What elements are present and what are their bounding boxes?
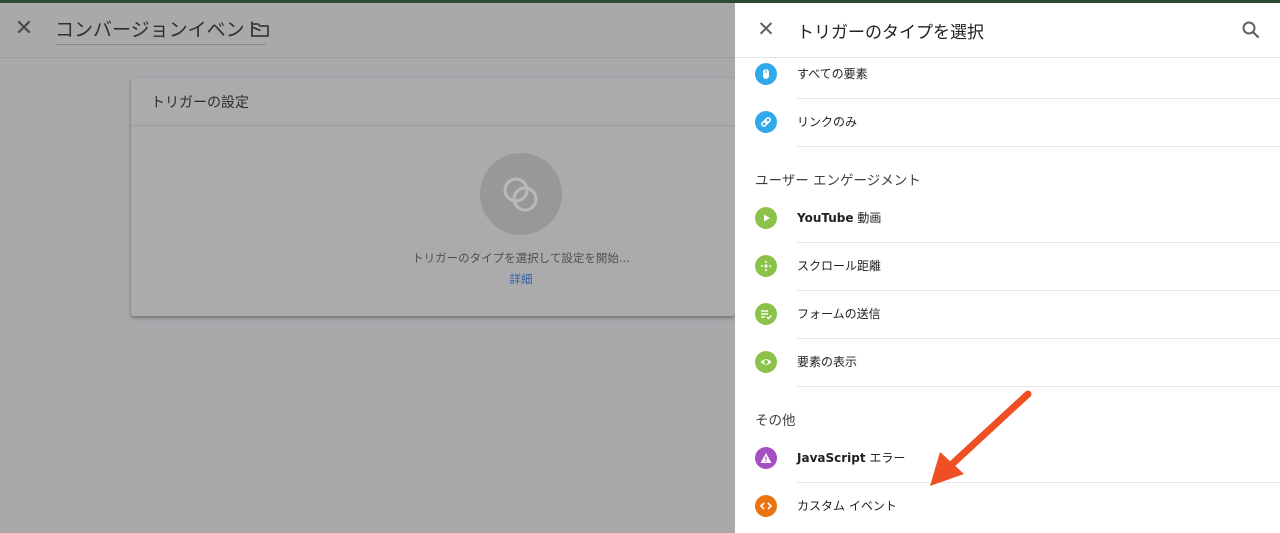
trigger-item-youtube-video[interactable]: YouTube 動画: [735, 195, 1280, 243]
search-icon[interactable]: [1241, 20, 1261, 40]
editor-close-icon[interactable]: ✕: [12, 17, 36, 41]
panel-title: トリガーのタイプを選択: [797, 23, 984, 43]
editor-header: ✕ コンバージョンイベント: [0, 3, 735, 58]
section-title-other: その他: [755, 413, 796, 429]
trigger-hint-text: トリガーのタイプを選択して設定を開始...: [412, 251, 630, 265]
trigger-card-title: トリガーの設定: [151, 95, 249, 111]
item-label: YouTube 動画: [797, 211, 882, 225]
card-divider: [131, 125, 735, 126]
trigger-item-form-submit[interactable]: フォームの送信: [735, 291, 1280, 339]
item-label: カスタム イベント: [797, 499, 897, 513]
panel-close-icon[interactable]: ✕: [755, 18, 777, 40]
folder-icon[interactable]: [250, 21, 270, 39]
eye-icon: [755, 351, 777, 373]
play-icon: [755, 207, 777, 229]
trigger-placeholder-icon[interactable]: [480, 153, 562, 235]
row-divider: [797, 146, 1280, 147]
details-link[interactable]: 詳細: [491, 271, 551, 287]
item-label: JavaScript エラー: [797, 451, 906, 465]
section-title-engagement: ユーザー エンゲージメント: [755, 173, 921, 189]
link-icon: [755, 111, 777, 133]
trigger-item-all-elements[interactable]: すべての要素: [735, 51, 1280, 99]
scroll-arrows-icon: [755, 255, 777, 277]
item-label: リンクのみ: [797, 115, 858, 129]
annotation-arrow: [930, 390, 1032, 486]
trigger-config-card: トリガーの設定 トリガーのタイプを選択して設定を開始... 詳細: [131, 78, 735, 316]
trigger-item-links-only[interactable]: リンクのみ: [735, 99, 1280, 147]
editor-title[interactable]: コンバージョンイベント: [55, 16, 266, 45]
item-label: フォームの送信: [797, 307, 881, 321]
panel-header: ✕ トリガーのタイプを選択: [735, 3, 1280, 58]
item-label: 要素の表示: [797, 355, 858, 369]
item-label: すべての要素: [797, 67, 868, 81]
row-divider: [797, 386, 1280, 387]
code-icon: [755, 495, 777, 517]
trigger-item-scroll-depth[interactable]: スクロール距離: [735, 243, 1280, 291]
form-check-icon: [755, 303, 777, 325]
item-label: スクロール距離: [797, 259, 882, 273]
trigger-item-element-visibility[interactable]: 要素の表示: [735, 339, 1280, 387]
mouse-icon: [755, 63, 777, 85]
warning-icon: [755, 447, 777, 469]
